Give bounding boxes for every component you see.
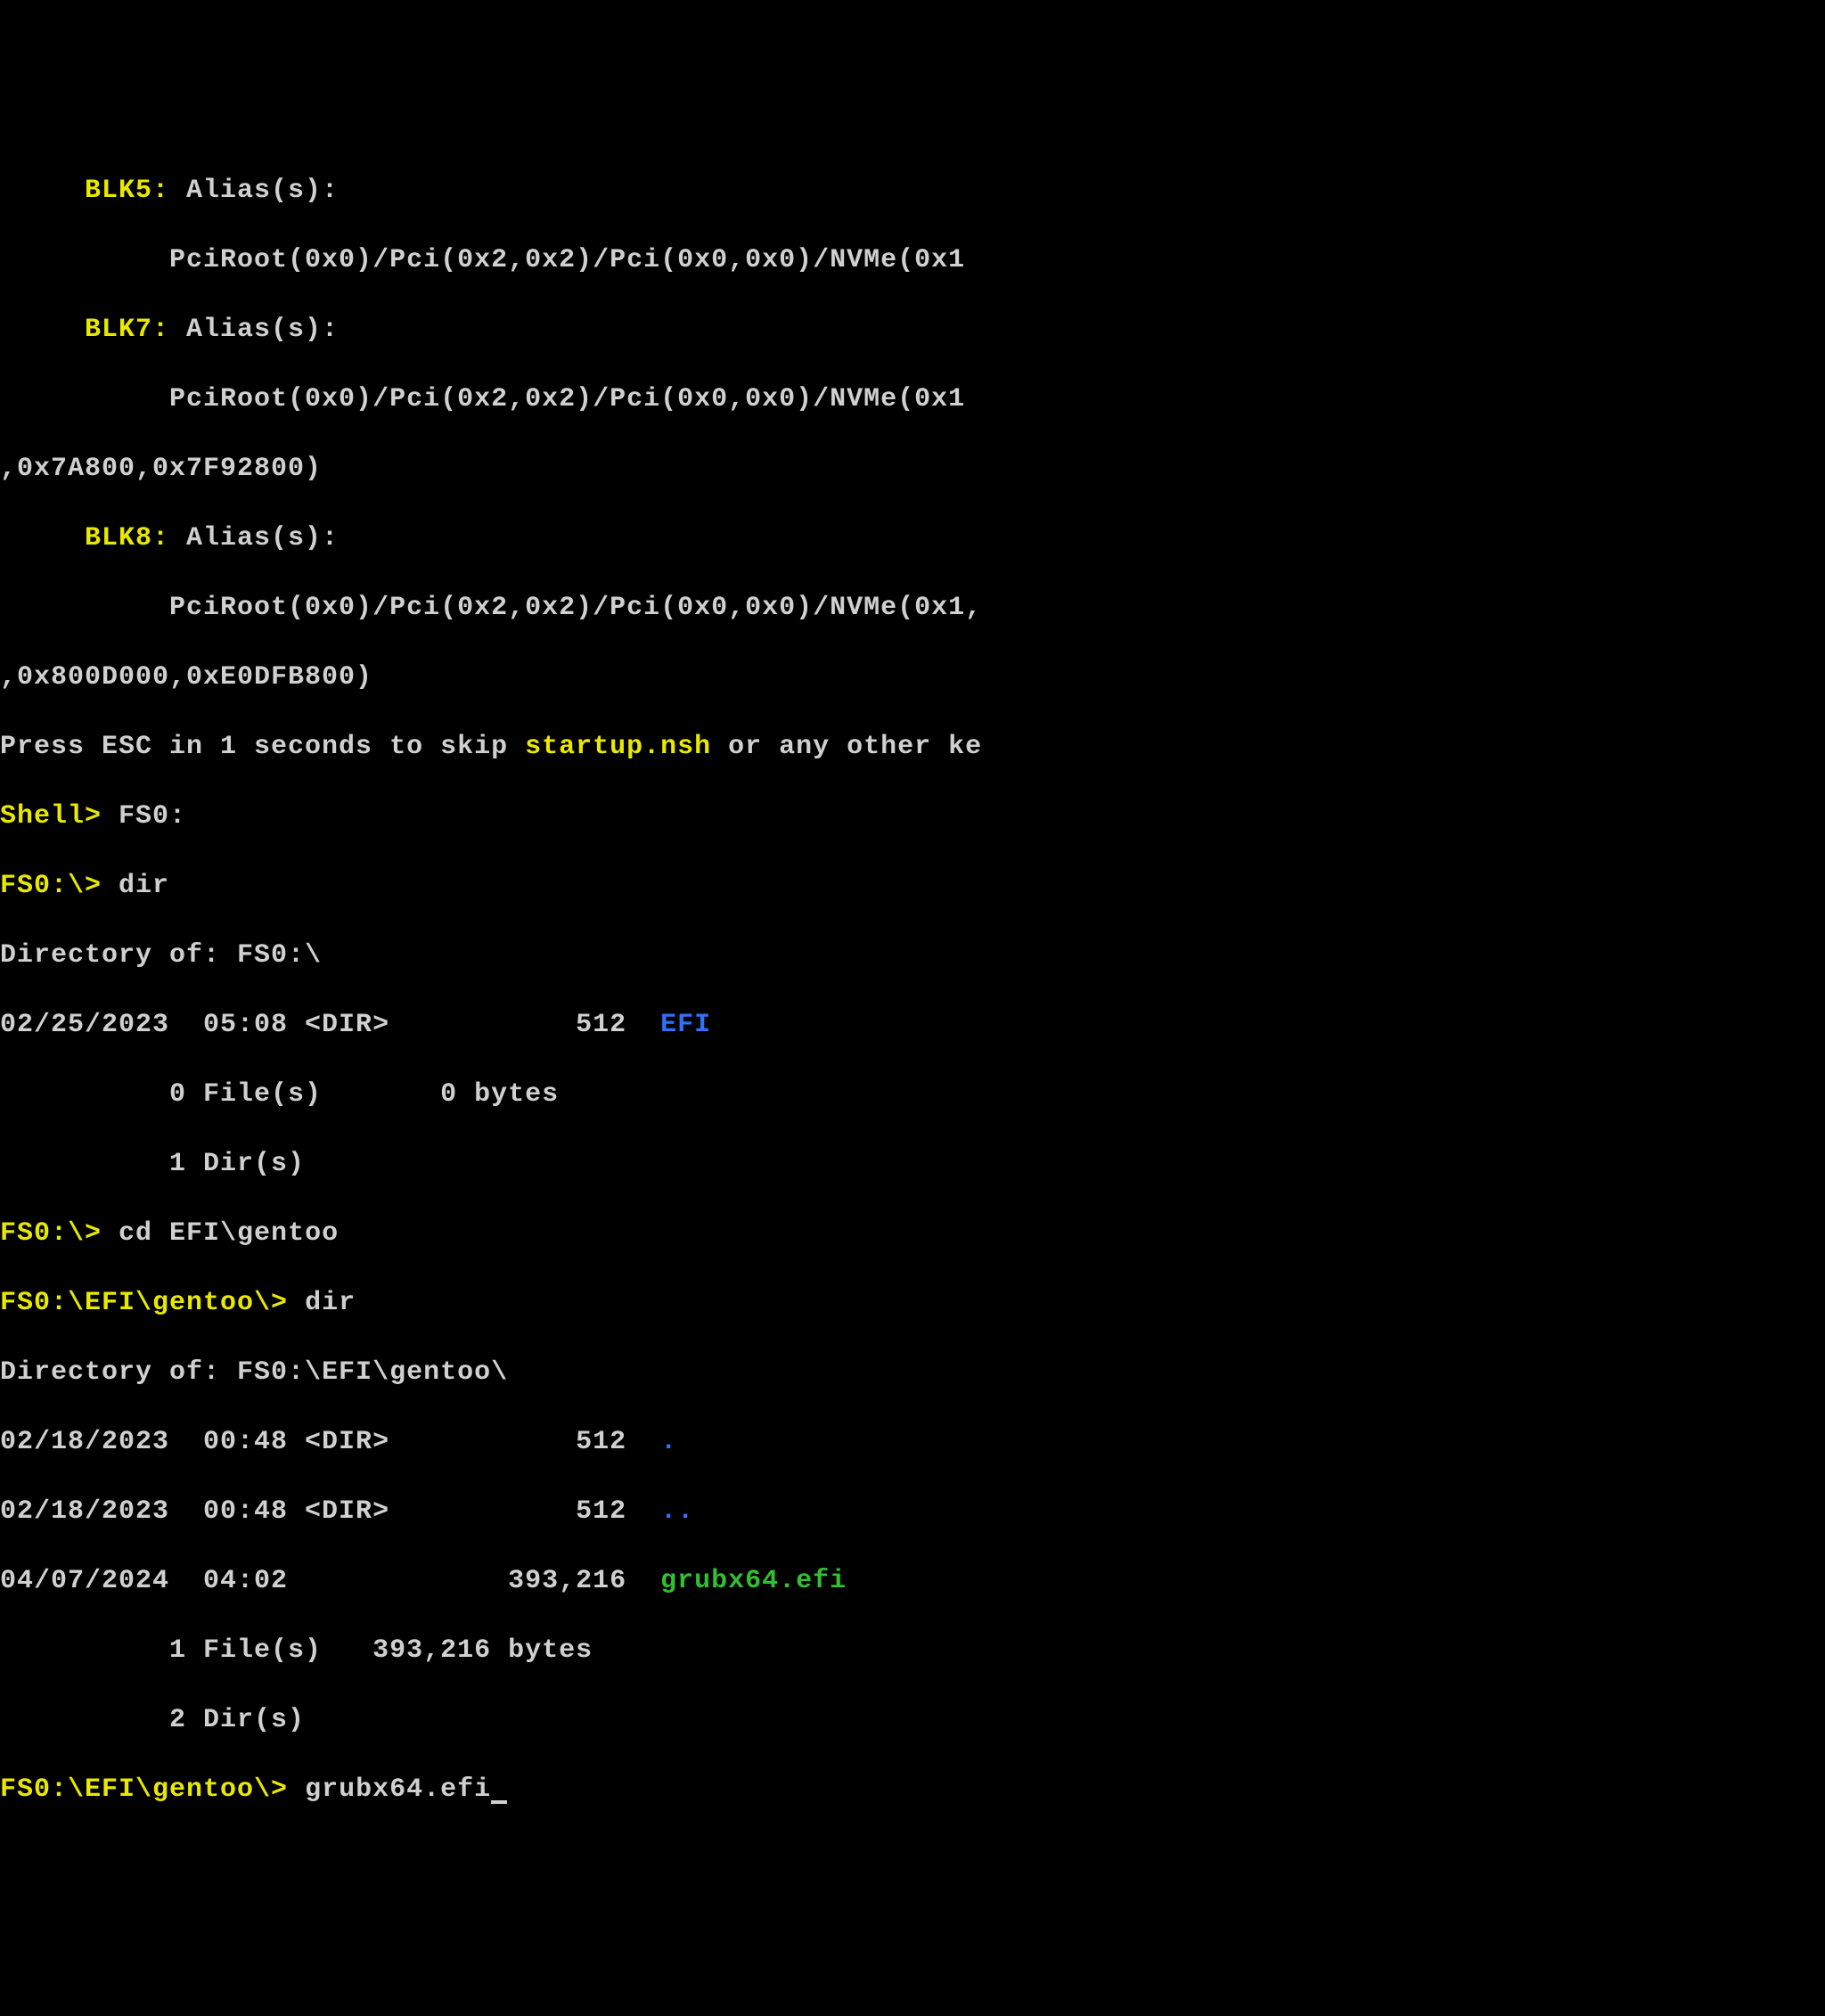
cmd-dir-1: dir (119, 871, 169, 901)
dir-row-dot: 02/18/2023 00:48 <DIR> 512 . (0, 1425, 1825, 1460)
shell-line-2: FS0:\> cd EFI\gentoo (0, 1217, 1825, 1251)
blk8-alias: Alias(s): (169, 523, 339, 553)
file-name-grub: grubx64.efi (660, 1566, 847, 1596)
startup-nsh: startup.nsh (525, 732, 711, 762)
prompt-fs0-2: FS0:\> (0, 1218, 119, 1249)
summary-dirs-2: 2 Dir(s) (0, 1703, 1825, 1738)
row-dotdot-meta: 02/18/2023 00:48 <DIR> 512 (0, 1496, 660, 1527)
blk8-label: BLK8: (0, 523, 169, 553)
esc-post: or any other ke (711, 732, 982, 762)
blk5-alias: Alias(s): (169, 176, 339, 206)
blk8-path: PciRoot(0x0)/Pci(0x2,0x2)/Pci(0x0,0x0)/N… (0, 591, 1825, 626)
prompt-shell: Shell> (0, 801, 119, 832)
prompt-gentoo-1: FS0:\EFI\gentoo\> (0, 1288, 305, 1318)
cmd-grub[interactable]: grubx64.efi (305, 1774, 491, 1805)
dirof-1: Directory of: FS0:\ (0, 938, 1825, 973)
shell-line-4[interactable]: FS0:\EFI\gentoo\> grubx64.efi (0, 1773, 1825, 1807)
dir-row-grub: 04/07/2024 04:02 393,216 grubx64.efi (0, 1564, 1825, 1599)
cmd-cd: cd EFI\gentoo (119, 1218, 339, 1249)
efi-shell-terminal[interactable]: BLK5: Alias(s): PciRoot(0x0)/Pci(0x2,0x2… (0, 139, 1825, 1842)
dir-row-efi: 02/25/2023 05:08 <DIR> 512 EFI (0, 1008, 1825, 1043)
dir-row-dotdot: 02/18/2023 00:48 <DIR> 512 .. (0, 1495, 1825, 1529)
dir-name-dotdot: .. (660, 1496, 694, 1527)
summary-files-2: 1 File(s) 393,216 bytes (0, 1634, 1825, 1668)
blk8-cont: ,0x800D000,0xE0DFB800) (0, 660, 1825, 695)
blk5-path: PciRoot(0x0)/Pci(0x2,0x2)/Pci(0x0,0x0)/N… (0, 243, 1825, 278)
cmd-fs0: FS0: (119, 801, 186, 832)
blk5-label: BLK5: (0, 176, 169, 206)
blk7-alias: Alias(s): (169, 315, 339, 345)
dir-name-dot: . (660, 1427, 677, 1457)
row-efi-meta: 02/25/2023 05:08 <DIR> 512 (0, 1010, 660, 1040)
esc-line: Press ESC in 1 seconds to skip startup.n… (0, 730, 1825, 765)
shell-line-0: Shell> FS0: (0, 799, 1825, 834)
blk7-cont: ,0x7A800,0x7F92800) (0, 452, 1825, 487)
cursor-icon (491, 1800, 507, 1804)
devmap-blk7: BLK7: Alias(s): (0, 313, 1825, 348)
summary-dirs-1: 1 Dir(s) (0, 1147, 1825, 1182)
prompt-gentoo-2: FS0:\EFI\gentoo\> (0, 1774, 305, 1805)
prompt-fs0-1: FS0:\> (0, 871, 119, 901)
dir-name-efi: EFI (660, 1010, 711, 1040)
shell-line-1: FS0:\> dir (0, 869, 1825, 904)
summary-files-1: 0 File(s) 0 bytes (0, 1078, 1825, 1112)
shell-line-3: FS0:\EFI\gentoo\> dir (0, 1286, 1825, 1321)
row-dot-meta: 02/18/2023 00:48 <DIR> 512 (0, 1427, 660, 1457)
row-grub-meta: 04/07/2024 04:02 393,216 (0, 1566, 660, 1596)
esc-pre: Press ESC in 1 seconds to skip (0, 732, 525, 762)
blk7-label: BLK7: (0, 315, 169, 345)
blk7-path: PciRoot(0x0)/Pci(0x2,0x2)/Pci(0x0,0x0)/N… (0, 382, 1825, 417)
devmap-blk8: BLK8: Alias(s): (0, 521, 1825, 556)
dirof-2: Directory of: FS0:\EFI\gentoo\ (0, 1356, 1825, 1390)
cmd-dir-2: dir (305, 1288, 356, 1318)
devmap-blk5: BLK5: Alias(s): (0, 174, 1825, 209)
